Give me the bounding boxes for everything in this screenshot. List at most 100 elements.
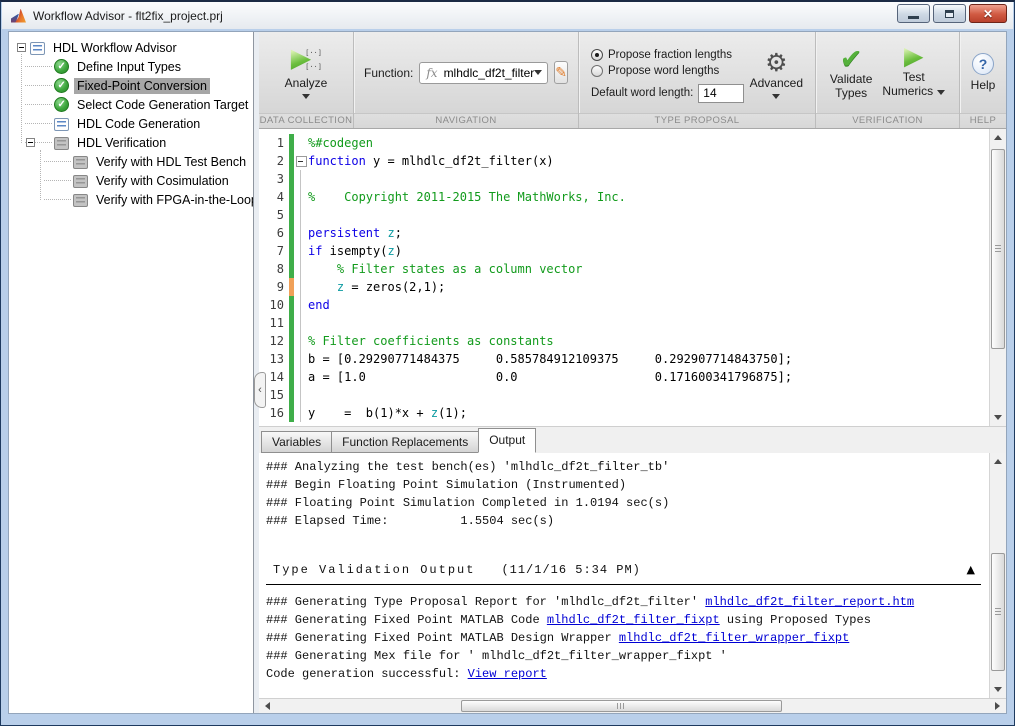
scroll-down-arrow-icon[interactable]: [990, 410, 1006, 425]
console-line: Code generation successful: View report: [266, 665, 989, 683]
code-line-11: 11: [259, 314, 989, 332]
code-editor[interactable]: 1%#codegen2function y = mlhdlc_df2t_filt…: [259, 129, 1006, 425]
test-numerics-button[interactable]: Test Numerics: [882, 47, 945, 98]
scroll-right-arrow-icon[interactable]: [990, 699, 1005, 713]
code-fold-icon[interactable]: [294, 152, 308, 170]
tree-connector: [23, 57, 54, 76]
collapse-box-icon[interactable]: [17, 43, 26, 52]
code-line-12: 12% Filter coefficients as constants: [259, 332, 989, 350]
validate-types-button[interactable]: ✔ Validate Types: [830, 46, 872, 100]
tree-item-label: Define Input Types: [74, 59, 184, 75]
console-link-view-report[interactable]: View report: [468, 667, 547, 681]
line-number: 3: [259, 170, 289, 188]
function-dropdown[interactable]: fx mlhdlc_df2t_filter: [419, 62, 548, 84]
section-label: TYPE PROPOSAL: [579, 113, 815, 128]
code-line-10: 10end: [259, 296, 989, 314]
scroll-left-arrow-icon[interactable]: [260, 699, 275, 713]
horizontal-scrollbar-thumb[interactable]: [461, 700, 782, 712]
tab-function-replacements[interactable]: Function Replacements: [331, 431, 478, 453]
window-title: Workflow Advisor - flt2fix_project.prj: [33, 9, 223, 23]
fx-icon: fx: [426, 66, 437, 80]
toolbar: [··] [··] Analyze DATA COLLECTION Functi…: [259, 32, 1006, 129]
line-number: 11: [259, 314, 289, 332]
gear-icon: ⚙: [765, 51, 787, 75]
task-list-icon: [73, 194, 88, 207]
fold-margin: [294, 224, 308, 242]
console-line: ### Begin Floating Point Simulation (Ins…: [266, 476, 989, 494]
section-data-collection: [··] [··] Analyze DATA COLLECTION: [259, 32, 354, 128]
editor-scrollbar-thumb[interactable]: [991, 149, 1005, 349]
tree-item-define-input-types[interactable]: Define Input Types: [9, 57, 253, 76]
fold-margin: [294, 296, 308, 314]
close-button[interactable]: ✕: [969, 4, 1007, 23]
scroll-down-arrow-icon[interactable]: [990, 682, 1006, 697]
help-button[interactable]: ? Help: [971, 53, 996, 92]
check-circle-icon: [54, 78, 69, 93]
code-text: persistent z;: [308, 224, 402, 242]
task-list-icon: [73, 175, 88, 188]
line-number: 8: [259, 260, 289, 278]
console-vertical-scrollbar[interactable]: [989, 453, 1006, 699]
tree-connector: [23, 95, 54, 114]
code-text: % Filter states as a column vector: [308, 260, 583, 278]
restore-button[interactable]: [933, 4, 966, 23]
fold-margin: [294, 206, 308, 224]
fold-margin: [294, 386, 308, 404]
code-line-15: 15: [259, 386, 989, 404]
console-link-mlhdlc-df2t-filter-report-htm[interactable]: mlhdlc_df2t_filter_report.htm: [705, 595, 914, 609]
tab-output[interactable]: Output: [478, 428, 536, 453]
tree-item-label: HDL Workflow Advisor: [50, 40, 180, 56]
tree-item-select-code-generation-target[interactable]: Select Code Generation Target: [9, 95, 253, 114]
fold-margin: [294, 350, 308, 368]
collapse-section-icon[interactable]: ▲: [967, 561, 975, 579]
section-navigation: Function: fx mlhdlc_df2t_filter ✎ NAVIGA…: [354, 32, 579, 128]
tree-item-hdl-code-generation[interactable]: HDL Code Generation: [9, 114, 253, 133]
client-area: HDL Workflow Advisor Define Input TypesFi…: [8, 31, 1007, 714]
analyze-button[interactable]: [··] [··] Analyze: [285, 47, 328, 99]
console-link-mlhdlc-df2t-filter-fixpt[interactable]: mlhdlc_df2t_filter_fixpt: [547, 613, 720, 627]
analyze-run-icon: [··] [··]: [288, 47, 324, 73]
tree-item-verify-with-hdl-test-bench[interactable]: Verify with HDL Test Bench: [9, 152, 253, 171]
tab-variables[interactable]: Variables: [261, 431, 331, 453]
edit-function-button[interactable]: ✎: [554, 61, 568, 84]
console-line: ### Generating Fixed Point MATLAB Design…: [266, 629, 989, 647]
line-number: 4: [259, 188, 289, 206]
tree-connector: [42, 152, 73, 171]
close-icon: ✕: [983, 7, 993, 21]
console-scrollbar-thumb[interactable]: [991, 553, 1005, 671]
radio-propose-word-lengths[interactable]: Propose word lengths: [591, 63, 744, 79]
minimize-button[interactable]: [897, 4, 930, 23]
scroll-up-arrow-icon[interactable]: [990, 454, 1006, 469]
section-label: HELP: [960, 113, 1006, 128]
tree-item-fixed-point-conversion[interactable]: Fixed-Point Conversion: [9, 76, 253, 95]
chevron-down-icon: [534, 70, 542, 75]
collapse-box-icon[interactable]: [26, 138, 35, 147]
tree-item-verify-with-fpga-in-the-loop[interactable]: Verify with FPGA-in-the-Loop: [9, 190, 253, 209]
console-line: ### Elapsed Time: 1.5504 sec(s): [266, 512, 989, 530]
tree-item-hdl-verification[interactable]: HDL Verification: [9, 133, 253, 152]
line-number: 10: [259, 296, 289, 314]
scroll-up-arrow-icon[interactable]: [990, 130, 1006, 145]
analyze-label: Analyze: [285, 76, 328, 90]
tree-connector: [23, 133, 54, 152]
fold-margin: [294, 242, 308, 260]
task-list-icon: [54, 118, 69, 131]
tree-item-hdl-workflow-advisor[interactable]: HDL Workflow Advisor: [9, 38, 253, 57]
tree-connector: [23, 76, 54, 95]
console-link-mlhdlc-df2t-filter-wrapper-fixpt[interactable]: mlhdlc_df2t_filter_wrapper_fixpt: [619, 631, 849, 645]
editor-vertical-scrollbar[interactable]: [989, 129, 1006, 425]
section-label: VERIFICATION: [816, 113, 959, 128]
tree-item-verify-with-cosimulation[interactable]: Verify with Cosimulation: [9, 171, 253, 190]
collapse-panel-handle[interactable]: ‹: [254, 372, 266, 408]
code-line-14: 14a = [1.0 0.0 0.171600341796875];: [259, 368, 989, 386]
word-length-input[interactable]: [698, 84, 744, 103]
code-text: % Copyright 2011-2015 The MathWorks, Inc…: [308, 188, 626, 206]
radio-propose-fraction-lengths[interactable]: Propose fraction lengths: [591, 47, 744, 63]
advanced-button[interactable]: ⚙ Advanced: [750, 51, 803, 99]
line-number: 6: [259, 224, 289, 242]
fold-margin: [294, 404, 308, 422]
workflow-tree: HDL Workflow Advisor Define Input TypesFi…: [9, 32, 254, 713]
workflow-advisor-window: Workflow Advisor - flt2fix_project.prj ✕…: [0, 0, 1015, 726]
console-horizontal-scrollbar[interactable]: [259, 698, 1006, 713]
code-text: z = zeros(2,1);: [308, 278, 445, 296]
